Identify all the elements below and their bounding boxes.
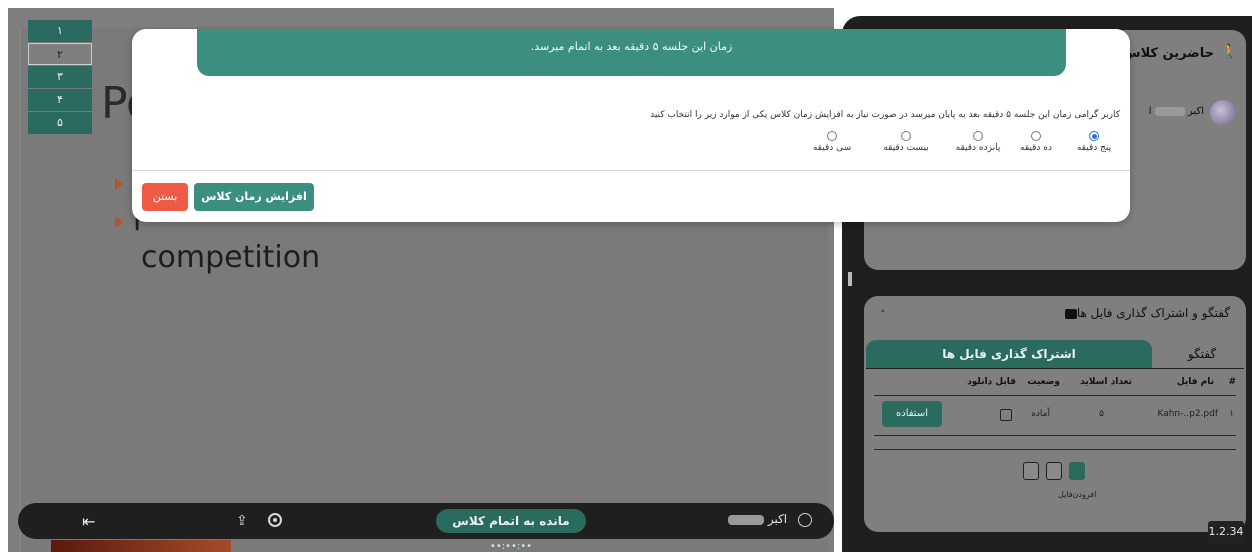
- record-icon[interactable]: [268, 513, 282, 527]
- extend-options: پنج دقیقه ده دقیقه پانزده دقیقه بیست دقی…: [764, 131, 1124, 157]
- column-header: نام فایل: [1176, 377, 1214, 387]
- present-user-name: اکبر ا: [1148, 106, 1204, 117]
- close-button[interactable]: بستن: [142, 183, 188, 211]
- use-file-button[interactable]: استفاده: [882, 401, 942, 427]
- toolbar-user-name: اکبر: [767, 512, 788, 526]
- downloadable-checkbox[interactable]: [1000, 409, 1012, 421]
- page-button-active[interactable]: ٢: [28, 43, 92, 65]
- option-twenty-minutes[interactable]: بیست دقیقه: [876, 131, 936, 153]
- column-header: #: [1228, 377, 1236, 387]
- attach-icon[interactable]: [1069, 462, 1086, 480]
- timer-label: مانده به اتمام کلاس: [452, 514, 570, 528]
- present-users-title: حاضرین کلاس: [1122, 46, 1214, 61]
- extend-time-modal: زمان این جلسه ۵ دقیقه بعد به اتمام میرسد…: [132, 29, 1130, 222]
- slide-decoration: [51, 540, 231, 552]
- tab-file-sharing[interactable]: اشتراک گذاری فایل ها: [866, 340, 1152, 368]
- radio-button[interactable]: [901, 131, 911, 141]
- tab-chat[interactable]: گفتگو: [1160, 340, 1244, 368]
- file-icon[interactable]: [1023, 462, 1039, 480]
- option-thirty-minutes[interactable]: سی دقیقه: [802, 131, 862, 153]
- option-fifteen-minutes[interactable]: پانزده دقیقه: [948, 131, 1008, 153]
- chat-files-title: گفتگو و اشتراک گذاری فایل ها: [1059, 306, 1230, 320]
- slide-text-line: competition: [141, 240, 321, 275]
- radio-button[interactable]: [1089, 131, 1099, 141]
- modal-message: کاربر گرامی زمان این جلسه ۵ دقیقه بعد به…: [650, 110, 1120, 120]
- page-button[interactable]: ۵: [28, 112, 92, 134]
- column-header: وضعیت: [1027, 377, 1060, 387]
- exit-icon[interactable]: ⇤: [82, 512, 95, 531]
- divider: [874, 435, 1236, 436]
- page-button[interactable]: ۴: [28, 89, 92, 111]
- files-table: # نام فایل تعداد اسلاید وضعیت قابل دانلو…: [866, 368, 1244, 450]
- share-icon[interactable]: ⇪: [236, 513, 248, 529]
- file-row-slides: ۵: [1099, 409, 1104, 419]
- extend-class-time-button[interactable]: افزایش زمان کلاس: [194, 183, 314, 211]
- radio-button[interactable]: [973, 131, 983, 141]
- bottom-toolbar: ⇤ ⇪ مانده به اتمام کلاس ••:••:•• اکبر: [18, 503, 834, 552]
- user-icon: [798, 513, 812, 527]
- file-row-name: Kahn-..p2.pdf: [1157, 409, 1218, 419]
- toolbar-user: اکبر: [728, 512, 787, 526]
- page-button[interactable]: ٣: [28, 66, 92, 88]
- radio-button[interactable]: [827, 131, 837, 141]
- class-timer-badge: مانده به اتمام کلاس ••:••:••: [436, 509, 586, 552]
- avatar: [1210, 100, 1236, 126]
- file-row-status: آماده: [1031, 409, 1050, 419]
- file-icon[interactable]: [1046, 462, 1063, 480]
- radio-button[interactable]: [1031, 131, 1041, 141]
- modal-banner: زمان این جلسه ۵ دقیقه بعد به اتمام میرسد…: [197, 29, 1066, 76]
- page-list: ١ ٢ ٣ ۴ ۵: [28, 20, 92, 135]
- chat-files-card: گفتگو و اشتراک گذاری فایل ها ˄ اشتراک گذ…: [864, 296, 1246, 532]
- divider: [874, 395, 1236, 396]
- column-header: قابل دانلود: [967, 377, 1016, 387]
- blurred-name: [1154, 106, 1185, 116]
- version-badge: 1.2.34: [1208, 521, 1244, 543]
- divider: [874, 449, 1236, 450]
- bullet-arrow-icon: [115, 216, 123, 228]
- timer-clock: ••:••:••: [489, 541, 533, 552]
- panel-resize-handle[interactable]: [848, 272, 852, 286]
- column-header: تعداد اسلاید: [1080, 377, 1132, 387]
- page-button[interactable]: ١: [28, 20, 92, 42]
- blurred-name: [728, 514, 764, 525]
- option-five-minutes[interactable]: پنج دقیقه: [1064, 131, 1124, 153]
- bullet-arrow-icon: [115, 178, 123, 190]
- person-icon: 🚶: [1220, 44, 1238, 60]
- file-row-num: ١: [1229, 409, 1234, 419]
- add-file-icons: [1022, 462, 1086, 484]
- add-file-label: افزودن‌فایل: [1058, 490, 1097, 499]
- option-ten-minutes[interactable]: ده دقیقه: [1006, 131, 1066, 153]
- divider: [132, 170, 1130, 171]
- chat-icon: [1064, 308, 1077, 319]
- chevron-up-icon[interactable]: ˄: [880, 308, 886, 321]
